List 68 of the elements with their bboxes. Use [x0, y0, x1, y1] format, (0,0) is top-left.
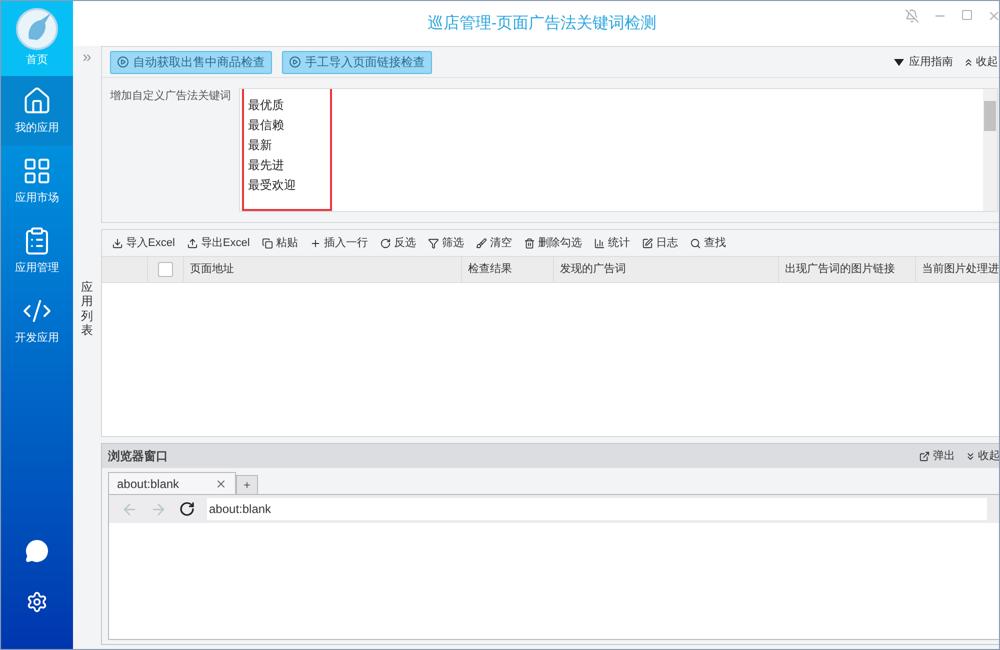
- sidebar-item[interactable]: 开发应用: [1, 286, 73, 356]
- toolbar-button[interactable]: 清空: [476, 234, 512, 252]
- settings-icon[interactable]: [26, 591, 48, 613]
- sidebar-item[interactable]: 应用管理: [1, 216, 73, 286]
- toolbar-button[interactable]: 删除勾选: [524, 234, 582, 252]
- chat-icon[interactable]: [25, 539, 49, 563]
- window-title: 巡店管理-页面广告法关键词检测: [427, 14, 657, 34]
- edit-icon: [642, 238, 653, 248]
- guide-button[interactable]: 应用指南: [894, 54, 953, 70]
- chevrons-down-icon: [965, 450, 976, 462]
- collapse-button[interactable]: 收起: [965, 448, 999, 464]
- sidebar-item[interactable]: 我的应用: [1, 76, 73, 146]
- bar-chart-icon: [594, 238, 605, 248]
- column-header[interactable]: 当前图片处理进: [916, 257, 999, 282]
- toolbar-button[interactable]: 日志: [642, 234, 678, 252]
- toolbar-button[interactable]: 查找: [690, 234, 726, 252]
- chevrons-up-icon: [963, 56, 974, 68]
- keyword-field[interactable]: 最优质 最信赖 最新 最先进 最受欢迎: [239, 88, 998, 212]
- popout-button[interactable]: 弹出: [919, 448, 955, 464]
- toolbar-button[interactable]: 统计: [594, 234, 630, 252]
- column-header[interactable]: 页面地址: [184, 257, 462, 282]
- maximize-icon[interactable]: [961, 9, 973, 21]
- popout-icon: [919, 450, 930, 462]
- sidebar-item[interactable]: 应用市场: [1, 146, 73, 216]
- close-tab-icon[interactable]: [215, 478, 227, 490]
- address-field[interactable]: about:blank: [207, 498, 987, 520]
- check-button[interactable]: 手工导入页面链接检查: [282, 50, 432, 74]
- column-header[interactable]: 检查结果: [462, 257, 554, 282]
- triangle-icon: [894, 58, 904, 66]
- browser-tab[interactable]: about:blank: [108, 472, 236, 494]
- trash-icon: [524, 238, 535, 248]
- collapse-button[interactable]: 收起: [963, 54, 998, 70]
- toolbar-button[interactable]: 粘贴: [262, 234, 298, 252]
- keyword-text: 最信赖: [248, 117, 285, 134]
- toolbar-button[interactable]: 筛选: [428, 234, 464, 252]
- keyword-text: 最新: [248, 137, 273, 154]
- home-icon: [22, 86, 52, 116]
- panel-title: 浏览器窗口: [108, 448, 168, 465]
- column-header[interactable]: 出现广告词的图片链接: [779, 257, 916, 282]
- app-list-label[interactable]: 应用列表: [81, 280, 93, 338]
- keyword-label: 增加自定义广告法关键词: [110, 88, 232, 104]
- scrollbar[interactable]: [983, 89, 997, 211]
- brush-icon: [476, 238, 487, 248]
- copy-icon: [262, 238, 273, 248]
- plus-icon: [310, 238, 321, 248]
- keyword-text: 最先进: [248, 157, 285, 174]
- toolbar-button[interactable]: 插入一行: [310, 234, 368, 252]
- bell-off-icon[interactable]: [905, 9, 919, 23]
- home-label: 首页: [26, 53, 48, 68]
- toolbar-button[interactable]: 导入Excel: [112, 234, 175, 252]
- rotate-icon: [380, 238, 391, 248]
- keyword-text: 最优质: [248, 97, 285, 114]
- play-icon: [289, 56, 301, 68]
- upload-icon: [186, 238, 198, 248]
- keyword-text: 最受欢迎: [248, 177, 297, 194]
- toolbar-button[interactable]: 反选: [380, 234, 416, 252]
- new-tab-button[interactable]: +: [236, 475, 258, 494]
- download-icon: [112, 238, 123, 248]
- play-icon: [117, 56, 129, 68]
- reload-icon[interactable]: [179, 501, 195, 517]
- search-icon: [690, 238, 701, 248]
- logo-icon: [15, 7, 59, 51]
- toolbar-button[interactable]: 导出Excel: [186, 234, 250, 252]
- column-header[interactable]: 发现的广告词: [554, 257, 779, 282]
- close-icon[interactable]: [987, 9, 999, 23]
- check-button[interactable]: 自动获取出售中商品检查: [110, 50, 272, 74]
- select-all-checkbox[interactable]: [158, 262, 173, 277]
- filter-icon: [428, 238, 439, 248]
